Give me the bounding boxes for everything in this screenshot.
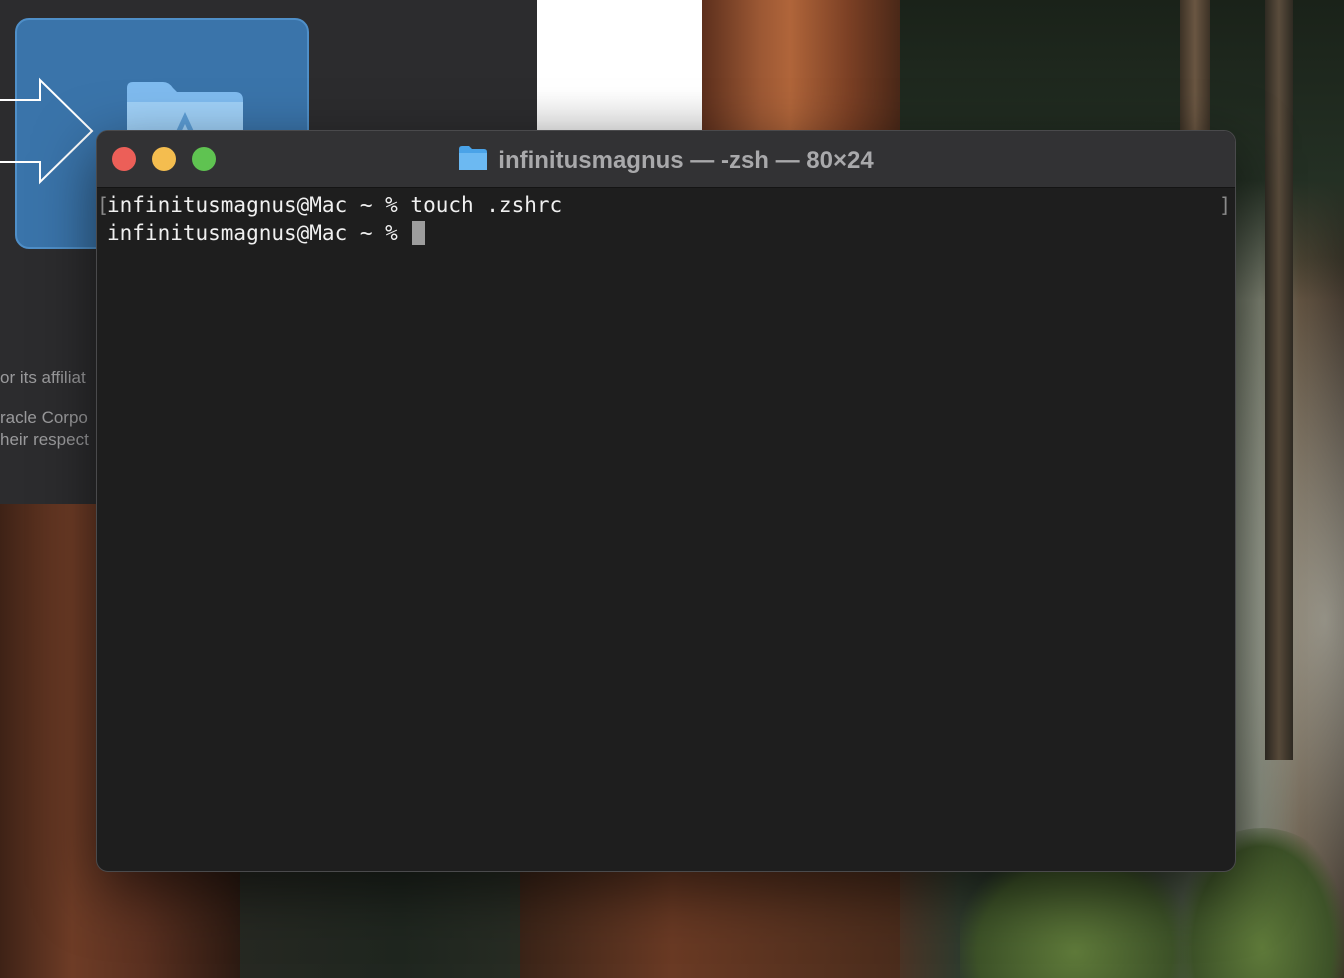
terminal-line: infinitusmagnus@Mac ~ % touch .zshrc (107, 193, 563, 217)
license-text-line: racle Corpo (0, 408, 88, 427)
terminal-content[interactable]: infinitusmagnus@Mac ~ % touch .zshrc inf… (107, 191, 1235, 871)
license-text-line: or its affiliat (0, 368, 86, 387)
terminal-titlebar[interactable]: infinitusmagnus — -zsh — 80×24 (97, 131, 1235, 188)
terminal-prompt-line[interactable]: infinitusmagnus@Mac ~ % (107, 219, 1235, 247)
installer-white-panel (537, 0, 702, 130)
tree-trunk (520, 860, 900, 978)
tree-trunk (1265, 0, 1293, 760)
prompt-text: infinitusmagnus@Mac ~ % (107, 221, 411, 245)
folder-icon (458, 145, 488, 178)
license-text-line: heir respect (0, 430, 89, 449)
window-title-container: infinitusmagnus — -zsh — 80×24 (97, 145, 1235, 178)
terminal-window[interactable]: infinitusmagnus — -zsh — 80×24 [ ] infin… (96, 130, 1236, 872)
window-title: infinitusmagnus — -zsh — 80×24 (498, 147, 874, 174)
right-arrow-icon (0, 76, 96, 191)
text-cursor (412, 221, 426, 245)
